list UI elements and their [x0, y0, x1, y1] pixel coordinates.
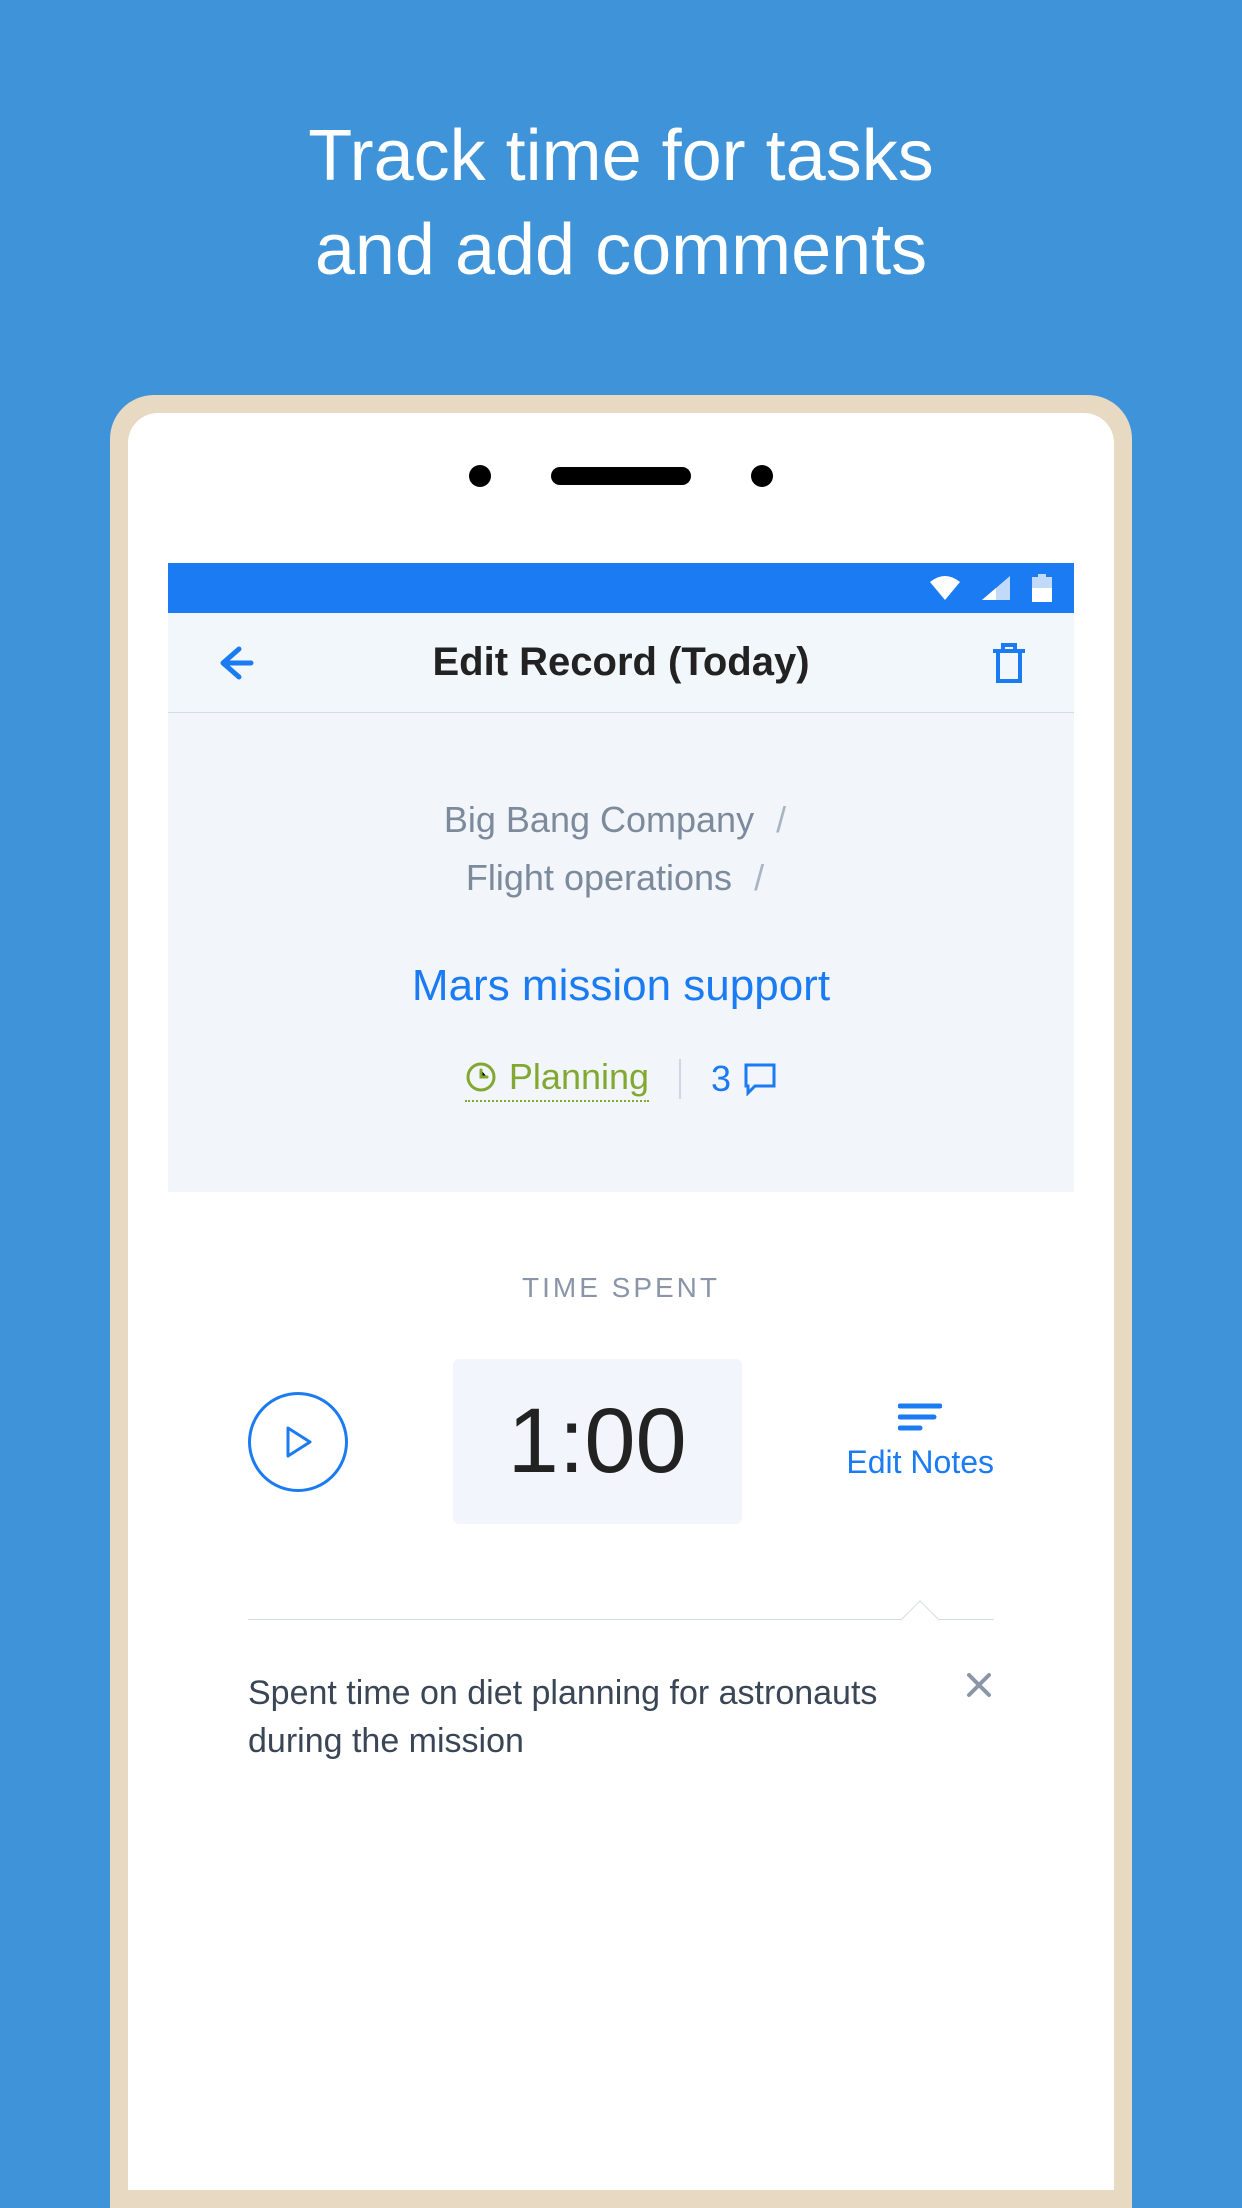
breadcrumb-level-2[interactable]: Flight operations: [466, 857, 732, 898]
task-status-label: Planning: [509, 1056, 649, 1098]
breadcrumb-level-1[interactable]: Big Bang Company: [444, 799, 754, 840]
play-icon: [282, 1424, 314, 1460]
arrow-left-icon: [211, 641, 255, 685]
phone-frame: Edit Record (Today) Big Bang Company / F…: [110, 395, 1132, 2208]
promo-headline: Track time for tasks and add comments: [0, 0, 1242, 297]
phone-speaker: [128, 465, 1114, 487]
phone-bezel: Edit Record (Today) Big Bang Company / F…: [128, 413, 1114, 2190]
task-name[interactable]: Mars mission support: [198, 961, 1044, 1011]
note-block: Spent time on diet planning for astronau…: [248, 1619, 994, 1765]
promo-line-2: and add comments: [0, 204, 1242, 298]
breadcrumb: Big Bang Company / Flight operations /: [198, 791, 1044, 906]
close-icon: [964, 1670, 994, 1700]
promo-line-1: Track time for tasks: [0, 110, 1242, 204]
note-arrow-decoration: [900, 1600, 940, 1640]
breadcrumb-separator: /: [776, 799, 786, 840]
trash-icon: [989, 641, 1029, 685]
app-header: Edit Record (Today): [168, 613, 1074, 713]
page-title: Edit Record (Today): [258, 640, 984, 685]
time-section: TIME SPENT 1:00 Edit Notes: [168, 1192, 1074, 1564]
comments-chip[interactable]: 3: [711, 1058, 777, 1100]
divider: [679, 1059, 681, 1099]
note-text: Spent time on diet planning for astronau…: [248, 1670, 994, 1765]
notes-icon: [898, 1402, 942, 1432]
back-button[interactable]: [208, 638, 258, 688]
note-close-button[interactable]: [964, 1670, 994, 1705]
task-meta: Planning 3: [198, 1056, 1044, 1102]
time-spent-label: TIME SPENT: [248, 1272, 994, 1304]
comment-icon: [743, 1062, 777, 1096]
edit-notes-button[interactable]: Edit Notes: [846, 1402, 994, 1481]
task-info-panel: Big Bang Company / Flight operations / M…: [168, 713, 1074, 1192]
play-button[interactable]: [248, 1392, 348, 1492]
clock-icon: [465, 1061, 497, 1093]
edit-notes-label: Edit Notes: [846, 1444, 994, 1481]
time-row: 1:00 Edit Notes: [248, 1359, 994, 1524]
delete-button[interactable]: [984, 638, 1034, 688]
task-status-chip[interactable]: Planning: [465, 1056, 649, 1102]
battery-icon: [1032, 574, 1052, 602]
time-value[interactable]: 1:00: [453, 1359, 742, 1524]
breadcrumb-separator: /: [754, 857, 764, 898]
wifi-icon: [930, 576, 960, 600]
comments-count: 3: [711, 1058, 731, 1100]
cellular-icon: [982, 576, 1010, 600]
status-bar: [168, 563, 1074, 613]
app-screen: Edit Record (Today) Big Bang Company / F…: [168, 563, 1074, 2190]
